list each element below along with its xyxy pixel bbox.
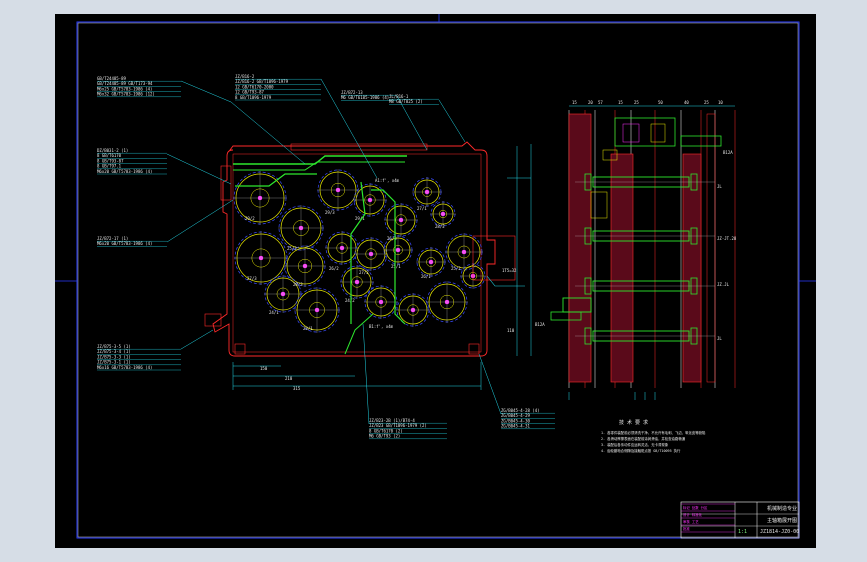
callout-top-3-text-2: M8 GB/T825 (2) — [389, 99, 423, 104]
section-dim-9: 10 — [718, 100, 723, 105]
oil-pipe-top-inner — [233, 161, 405, 171]
section-wall-right — [682, 153, 702, 383]
section-gear-c — [590, 191, 608, 219]
top-cover-plate — [290, 143, 428, 151]
gear-label-13: 26/1 — [421, 274, 431, 279]
drawing-sheet: 29/2 25/3 29/3 29/1 26/3 27/1 28/2 27/3 28/3 26/2… — [55, 14, 816, 548]
title-block-scale: 1:1 — [738, 529, 748, 535]
title-block-rev-4: 批准 — [683, 526, 690, 531]
section-label-1: JL — [717, 184, 722, 189]
callout-left-2-text-5: M6x20 GB/T5783-1986 (4) — [97, 169, 152, 174]
callout-top-1-text-5: 8 GB/T1096-1979 — [235, 95, 272, 100]
section-label-5: B12A — [723, 150, 733, 155]
section-label-2: JZ-JT.28 — [717, 236, 737, 241]
callout-top-3-leader — [438, 99, 466, 143]
gear-label-10: 26/2 — [329, 266, 339, 271]
callout-bottom-2-leader — [478, 353, 502, 415]
left-flange — [220, 165, 232, 201]
section-wall-mid — [610, 153, 634, 383]
title-block-rev-3: 审核 工艺 — [683, 519, 699, 524]
tech-req-line-4: 4. 齿轮副啮合侧隙及接触斑点按 GB/T10095 执行 — [601, 448, 681, 453]
section-dim-3: 57 — [598, 100, 603, 105]
gear-label-11: 27/2 — [359, 270, 369, 275]
section-dim-5: 25 — [634, 100, 639, 105]
dim-label-4: 315 — [293, 386, 301, 391]
oil-pipe-top — [233, 155, 407, 165]
callout-bottom-2-text-4: ZG/B045-4-31 — [501, 424, 530, 429]
title-block-drawing-no: JZ1814-JZ0-00 — [760, 529, 800, 535]
dim-label-3: 210 — [285, 376, 293, 381]
gearbox-housing-outline — [212, 141, 496, 357]
section-gear-b — [650, 123, 666, 143]
gear-label-15: 24/1 — [269, 310, 279, 315]
oil-pipe-bottom — [344, 313, 374, 355]
callout-bottom-1-leader — [362, 323, 370, 425]
callout-left-3-text-2: M6x20 GB/T5783-1986 (4) — [97, 241, 152, 246]
dim-label-5: 1T5=32 — [502, 268, 517, 273]
section-dim-2: 20 — [588, 100, 593, 105]
dim-label-7: B1:f', x4m — [369, 324, 394, 329]
tech-req-line-1: 1. 各零件装配前必须清洗干净，不允许有毛刺、飞边、氧化皮等缺陷 — [601, 430, 706, 435]
aux-leader — [486, 275, 525, 287]
gear-label-16: 28/1 — [303, 326, 313, 331]
oil-plug — [234, 343, 246, 355]
callout-left-4-text-5: M6x16 GB/T5783-1986 (4) — [97, 365, 152, 370]
cad-drawing: 29/225/329/329/126/327/128/227/328/326/2… — [55, 14, 816, 539]
title-block-school: 机械制造专业 — [767, 506, 798, 512]
section-dim-6: 50 — [658, 100, 663, 105]
section-wall-left — [568, 113, 592, 383]
section-label-3: JZ.JL — [717, 282, 730, 287]
gear-label-17: 24/2 — [345, 298, 355, 303]
section-dim-7: 40 — [684, 100, 689, 105]
callout-top-2-text-2: M6 GB/T6185-1986 (4) — [341, 95, 389, 100]
tech-req-title: 技 术 要 求 — [619, 419, 648, 426]
tech-req-line-2: 2. 各滑动摩擦表面在装配前涂润滑油，并检查油路畅通 — [601, 436, 686, 441]
gear-label-5: 26/3 — [387, 236, 397, 241]
dim-label-1: A1:f', x4m — [375, 178, 400, 183]
section-dim-8: 25 — [704, 100, 709, 105]
section-label-4: JL — [717, 336, 722, 341]
gear-label-7: 28/2 — [435, 224, 445, 229]
title-block-rev-1: 标记 处数 分区 — [683, 505, 708, 510]
gear-label-2: 25/3 — [287, 246, 297, 251]
title-block-rev-2: 设计 标准化 — [683, 512, 703, 517]
callout-bottom-1-text-4: M6 GB/T93 (2) — [369, 434, 400, 439]
callout-left-1-text-4: M6x32 GB/T5783-1986 (12) — [97, 92, 155, 97]
section-dim-1: 15 — [572, 100, 577, 105]
section-wall-far — [706, 113, 716, 383]
dim-label-2: 150 — [260, 366, 268, 371]
gear-label-3: 29/3 — [325, 210, 335, 215]
callout-left-3-leader — [166, 199, 234, 243]
gear-label-9: 28/3 — [293, 282, 303, 287]
tech-req-line-3: 3. 装配后各传动件应运转灵活，无卡滞现象 — [601, 442, 669, 447]
gear-label-8: 27/3 — [247, 276, 257, 281]
gear-label-12: 25/1 — [391, 264, 401, 269]
callout-left-4-leader — [180, 329, 214, 350]
dim-label-6: 110 — [507, 328, 515, 333]
title-block-drawing-name: 主轴箱展开图 — [767, 518, 798, 524]
gear-label-1: 29/2 — [245, 216, 255, 221]
gear-label-14: 25/2 — [451, 266, 461, 271]
section-label-6: B12A — [535, 322, 545, 327]
gear-label-6: 27/1 — [417, 206, 427, 211]
callout-left-2-leader — [166, 153, 232, 185]
section-dim-4: 15 — [618, 100, 623, 105]
drain-plug — [468, 343, 480, 355]
